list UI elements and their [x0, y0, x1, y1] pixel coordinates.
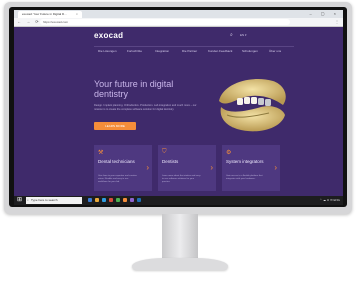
- task-view-icon[interactable]: [88, 198, 92, 202]
- tab-close-icon[interactable]: ×: [76, 12, 78, 16]
- search-icon: ⌕: [27, 198, 29, 202]
- browser-tab-bar: exocad: Your Future in Digital D... × – …: [14, 10, 343, 18]
- dental-model-image: [219, 79, 286, 132]
- hero-description: Design. Implant planning. Orthodontics. …: [94, 104, 197, 111]
- app-icon[interactable]: [109, 198, 113, 202]
- tooth-icon: ⚒: [98, 150, 104, 156]
- file-explorer-icon[interactable]: [95, 198, 99, 202]
- learn-more-button[interactable]: LEARN MORE: [94, 122, 136, 130]
- language-selector[interactable]: EN ▾: [240, 33, 247, 37]
- card-title: System integrators: [226, 159, 264, 164]
- browser-menu-icon[interactable]: ⋮: [335, 19, 339, 24]
- monitor: exocad: Your Future in Digital D... × – …: [4, 2, 352, 214]
- app-icon[interactable]: [137, 198, 141, 202]
- card-text: Gain access to a flexible platform that …: [226, 175, 263, 180]
- monitor-stand-base: [132, 258, 228, 270]
- address-bar: ← → ⟳ https://exocad.com ⋮: [14, 18, 343, 27]
- taskbar-search-input[interactable]: ⌕ Type here to search: [26, 197, 82, 204]
- card-title: Dental technicians: [98, 159, 135, 164]
- nav-buttons[interactable]: ← → ⟳: [17, 19, 41, 24]
- nav-item[interactable]: Die Partner: [182, 49, 197, 53]
- gear-icon: ⚙: [226, 150, 232, 156]
- screen: exocad: Your Future in Digital D... × – …: [14, 10, 343, 205]
- app-icon[interactable]: [123, 198, 127, 202]
- chevron-right-icon[interactable]: ›: [210, 163, 213, 172]
- windows-start-icon[interactable]: ⊞: [17, 197, 22, 204]
- tab-title: exocad: Your Future in Digital D...: [22, 12, 67, 16]
- search-icon[interactable]: ⌕: [230, 32, 233, 38]
- nav-item[interactable]: Schulungen: [242, 49, 258, 53]
- site-nav: Die Lösungen Fortschritte Integration Di…: [94, 46, 294, 53]
- monitor-stand-neck: [162, 214, 198, 260]
- nav-item[interactable]: Die Lösungen: [98, 49, 117, 53]
- card-text: Learn more about the intuitive and easy …: [162, 175, 201, 183]
- card-dental-technicians[interactable]: ⚒ Dental technicians Give form to your e…: [94, 145, 152, 191]
- taskbar: ⊞ ⌕ Type here to search ⌃ ☁ ⊡ ✉ ENG: [14, 196, 343, 205]
- chevron-right-icon[interactable]: ›: [146, 163, 149, 172]
- web-page: exocad ⌕ EN ▾ Die Lösungen Fortschritte …: [14, 27, 343, 196]
- nav-item[interactable]: Fortschritte: [127, 49, 142, 53]
- edge-icon[interactable]: [102, 198, 106, 202]
- nav-item[interactable]: Kunden Feedback: [208, 49, 232, 53]
- chevron-right-icon[interactable]: ›: [274, 163, 277, 172]
- card-dentists[interactable]: ⛉ Dentists Learn more about the intuitiv…: [158, 145, 216, 191]
- audience-cards: ⚒ Dental technicians Give form to your e…: [94, 145, 284, 191]
- hero-title: Your future in digital dentistry: [94, 79, 174, 99]
- site-logo[interactable]: exocad: [94, 31, 123, 40]
- chair-icon: ⛉: [162, 149, 167, 155]
- system-tray[interactable]: ⌃ ☁ ⊡ ✉ ENG: [320, 198, 340, 202]
- card-title: Dentists: [162, 159, 179, 164]
- app-icon[interactable]: [130, 198, 134, 202]
- card-system-integrators[interactable]: ⚙ System integrators Gain access to a fl…: [222, 145, 280, 191]
- app-icon[interactable]: [116, 198, 120, 202]
- search-placeholder: Type here to search: [31, 198, 58, 202]
- browser-tab[interactable]: exocad: Your Future in Digital D...: [18, 11, 82, 18]
- nav-item[interactable]: Über uns: [269, 49, 281, 53]
- nav-item[interactable]: Integration: [155, 49, 169, 53]
- card-text: Give form to your expertise and creative…: [98, 175, 137, 183]
- window-controls[interactable]: – ▢ ×: [309, 11, 340, 16]
- url-input[interactable]: https://exocad.com: [40, 19, 290, 25]
